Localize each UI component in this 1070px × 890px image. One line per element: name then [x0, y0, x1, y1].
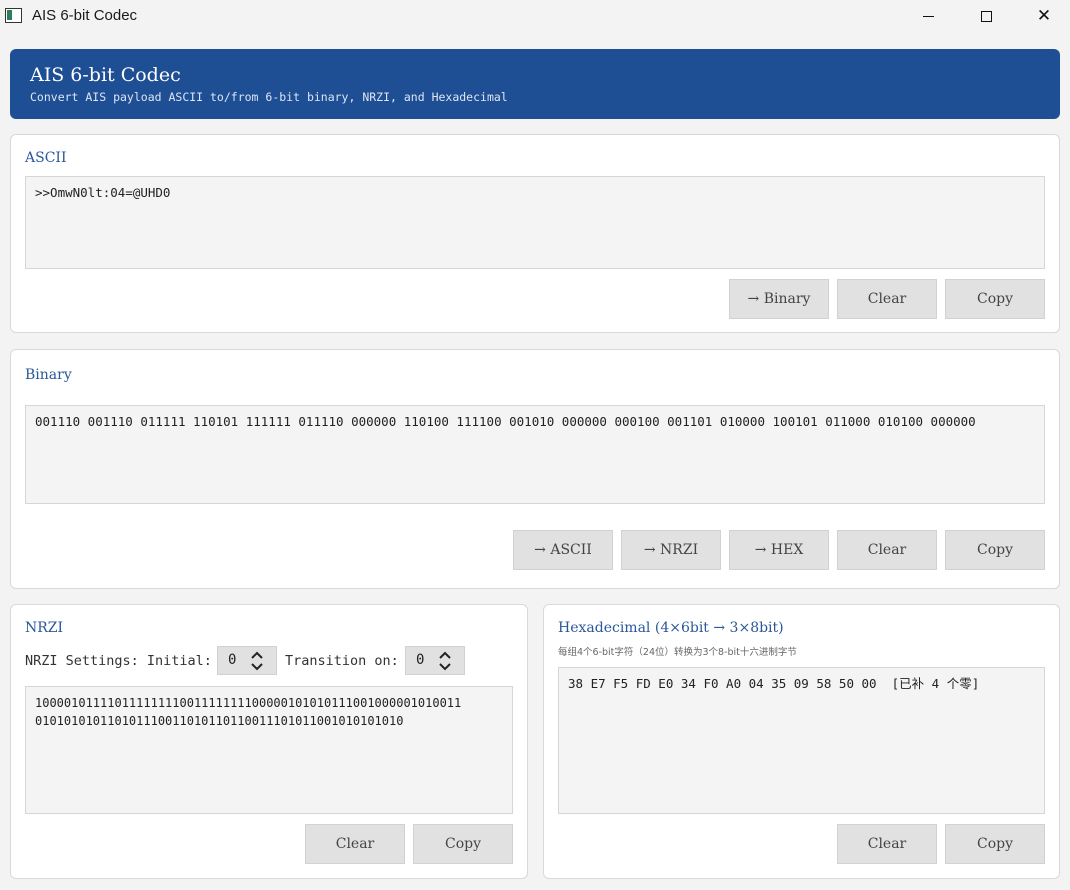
hex-panel-title: Hexadecimal (4×6bit → 3×8bit) — [558, 620, 784, 636]
spin-arrows-icon[interactable] — [438, 650, 452, 672]
ascii-panel: ASCII >>OmwN0lt:04=@UHD0 → Binary Clear … — [10, 134, 1060, 333]
minimize-button[interactable] — [899, 0, 957, 32]
nrzi-initial-value: 0 — [228, 652, 237, 668]
header-subtitle: Convert AIS payload ASCII to/from 6-bit … — [30, 90, 508, 104]
binary-to-nrzi-button[interactable]: → NRZI — [621, 530, 721, 570]
nrzi-initial-spinbox[interactable]: 0 — [217, 646, 277, 675]
nrzi-transition-label: Transition on: — [285, 653, 399, 669]
header-banner: AIS 6-bit Codec Convert AIS payload ASCI… — [10, 49, 1060, 119]
binary-input[interactable]: 001110 001110 011111 110101 111111 01111… — [25, 405, 1045, 504]
binary-to-ascii-button[interactable]: → ASCII — [513, 530, 613, 570]
ascii-copy-button[interactable]: Copy — [945, 279, 1045, 319]
hex-clear-button[interactable]: Clear — [837, 824, 937, 864]
spin-arrows-icon[interactable] — [250, 650, 264, 672]
hex-copy-button[interactable]: Copy — [945, 824, 1045, 864]
maximize-icon — [980, 10, 992, 22]
ascii-input[interactable]: >>OmwN0lt:04=@UHD0 — [25, 176, 1045, 269]
nrzi-copy-button[interactable]: Copy — [413, 824, 513, 864]
binary-panel-title: Binary — [25, 367, 72, 383]
window-title: AIS 6-bit Codec — [32, 7, 138, 24]
app-icon — [5, 8, 22, 23]
hex-panel: Hexadecimal (4×6bit → 3×8bit) 每组4个6-bit字… — [543, 604, 1060, 879]
nrzi-output[interactable]: 1000010111101111111100111111110000010101… — [25, 686, 513, 814]
close-button[interactable]: ✕ — [1015, 0, 1070, 32]
binary-to-hex-button[interactable]: → HEX — [729, 530, 829, 570]
nrzi-clear-button[interactable]: Clear — [305, 824, 405, 864]
ascii-clear-button[interactable]: Clear — [837, 279, 937, 319]
nrzi-panel: NRZI NRZI Settings: Initial: 0 Transitio… — [10, 604, 528, 879]
binary-copy-button[interactable]: Copy — [945, 530, 1045, 570]
hex-note: 每组4个6-bit字符（24位）转换为3个8-bit十六进制字节 — [558, 647, 797, 658]
maximize-button[interactable] — [957, 0, 1015, 32]
nrzi-initial-label: NRZI Settings: Initial: — [25, 653, 212, 669]
nrzi-panel-title: NRZI — [25, 620, 64, 636]
binary-panel: Binary 001110 001110 011111 110101 11111… — [10, 349, 1060, 589]
binary-clear-button[interactable]: Clear — [837, 530, 937, 570]
close-icon: ✕ — [1036, 5, 1052, 26]
ascii-to-binary-button[interactable]: → Binary — [729, 279, 829, 319]
title-bar: AIS 6-bit Codec ✕ — [0, 0, 1070, 32]
header-title: AIS 6-bit Codec — [30, 64, 181, 86]
ascii-panel-title: ASCII — [25, 150, 67, 166]
hex-output[interactable]: 38 E7 F5 FD E0 34 F0 A0 04 35 09 58 50 0… — [558, 667, 1045, 814]
minimize-icon — [922, 15, 934, 17]
nrzi-transition-value: 0 — [416, 652, 425, 668]
nrzi-transition-spinbox[interactable]: 0 — [405, 646, 465, 675]
